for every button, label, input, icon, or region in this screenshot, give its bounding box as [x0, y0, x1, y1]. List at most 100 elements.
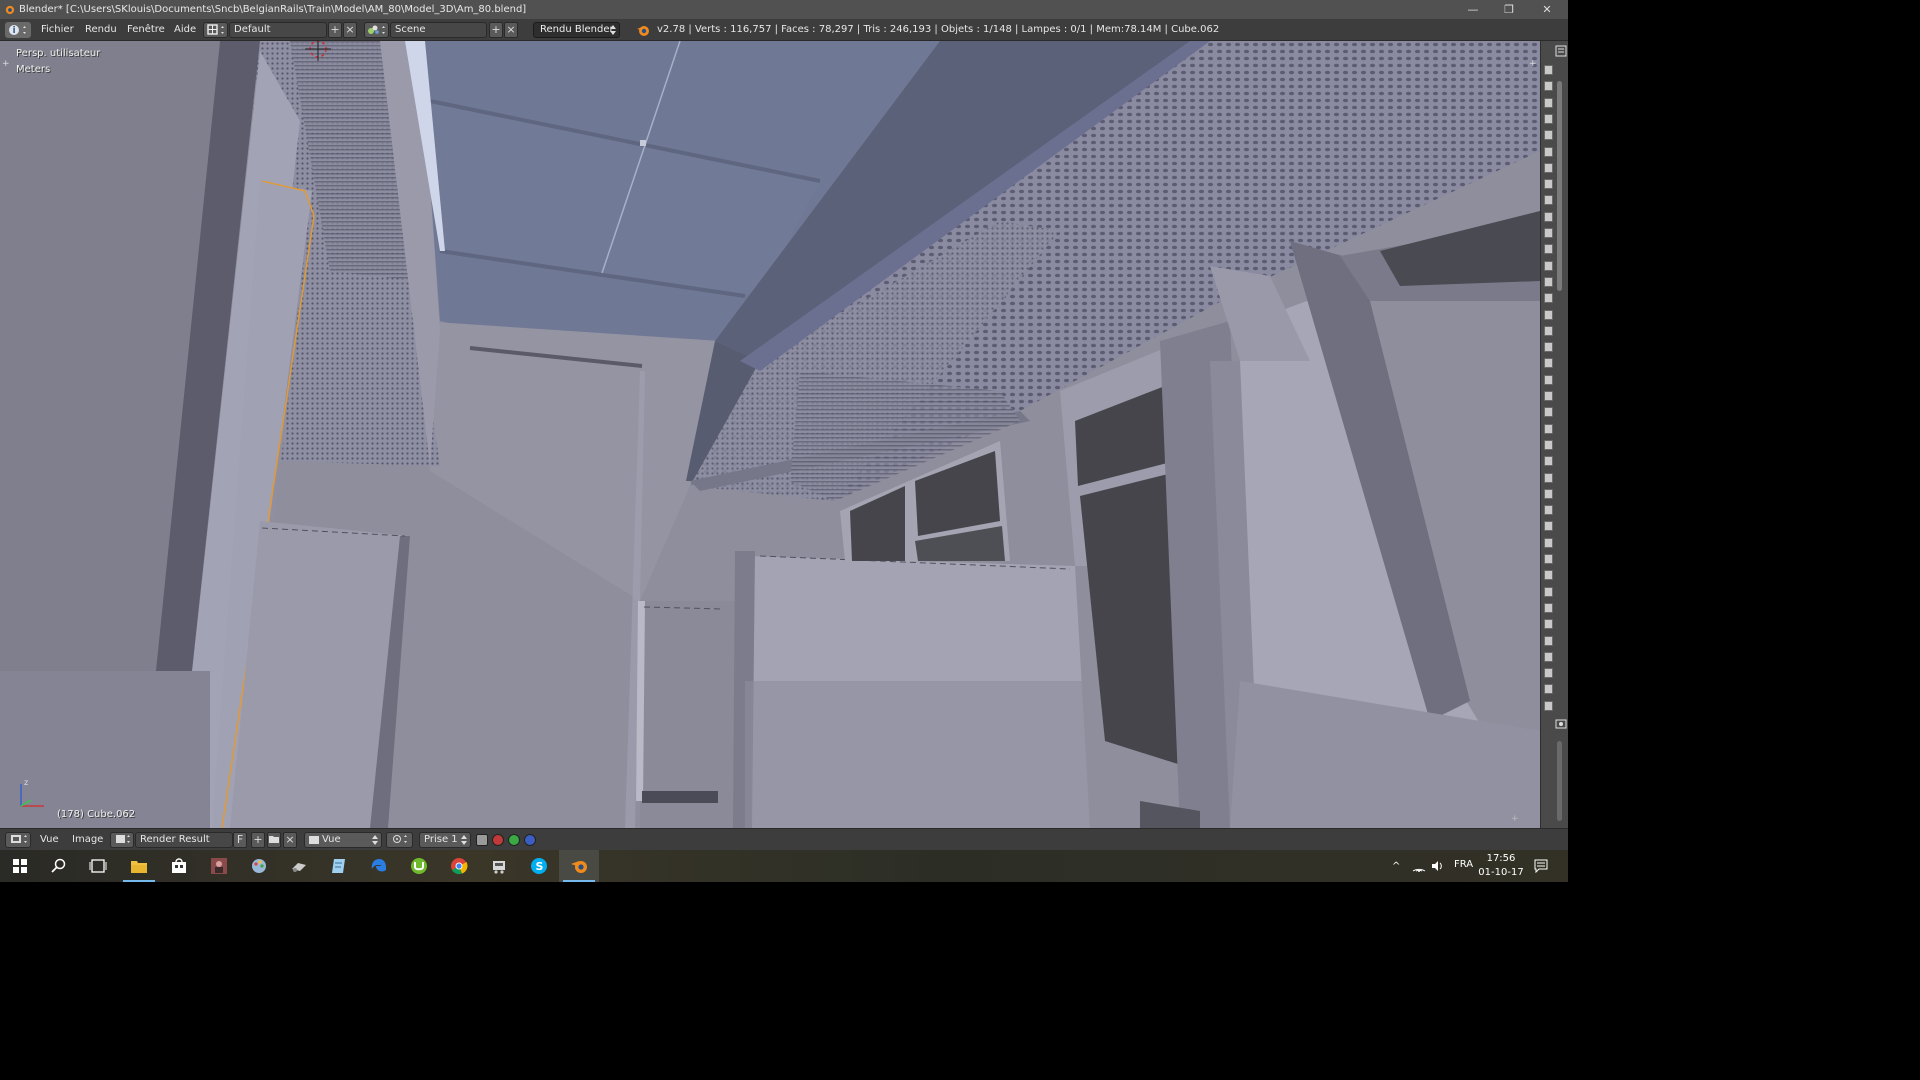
- remove-scene-button[interactable]: ×: [504, 22, 518, 38]
- properties-toggle-icon[interactable]: +: [1529, 59, 1537, 69]
- render-visibility-icon[interactable]: [1544, 211, 1553, 222]
- add-screen-button[interactable]: +: [328, 22, 342, 38]
- render-visibility-icon[interactable]: [1544, 195, 1553, 206]
- render-visibility-icon[interactable]: [1544, 619, 1553, 630]
- properties-scrollbar[interactable]: [1557, 741, 1562, 821]
- render-visibility-icon[interactable]: [1544, 423, 1553, 434]
- render-visibility-icon[interactable]: [1544, 342, 1553, 353]
- clock[interactable]: 17:56 01-10-17: [1478, 852, 1524, 880]
- volume-icon[interactable]: [1431, 860, 1445, 872]
- render-visibility-icon[interactable]: [1544, 554, 1553, 564]
- green-channel-icon[interactable]: [508, 834, 520, 846]
- skype-icon[interactable]: S: [519, 850, 559, 882]
- toolshelf-toggle-icon[interactable]: +: [2, 59, 10, 69]
- view-mode-dropdown[interactable]: Vue: [304, 832, 382, 848]
- render-visibility-icon[interactable]: [1544, 130, 1553, 141]
- paint-app-icon[interactable]: [239, 850, 279, 882]
- scene-field[interactable]: Scene: [390, 22, 487, 38]
- properties-icon[interactable]: [1554, 717, 1568, 731]
- render-visibility-icon[interactable]: [1544, 374, 1553, 385]
- render-visibility-icon[interactable]: [1544, 521, 1553, 532]
- render-visibility-icon[interactable]: [1544, 505, 1553, 516]
- image-name-field[interactable]: Render Result: [135, 832, 233, 848]
- render-visibility-icon[interactable]: [1544, 293, 1553, 304]
- close-button[interactable]: ✕: [1530, 0, 1564, 19]
- menu-vue[interactable]: Vue: [40, 833, 59, 847]
- game-app-icon[interactable]: [279, 850, 319, 882]
- render-visibility-icon[interactable]: [1544, 586, 1553, 597]
- screen-layout-picker[interactable]: [203, 22, 228, 38]
- render-visibility-icon[interactable]: [1544, 276, 1553, 287]
- image-browse-button[interactable]: [110, 832, 134, 848]
- restore-button[interactable]: ❐: [1492, 0, 1526, 19]
- pivot-dropdown[interactable]: [386, 832, 413, 848]
- render-visibility-icon[interactable]: [1544, 407, 1553, 418]
- menu-rendu[interactable]: Rendu: [85, 23, 117, 37]
- render-visibility-icon[interactable]: [1544, 439, 1553, 450]
- render-visibility-icon[interactable]: [1544, 260, 1553, 271]
- menu-aide[interactable]: Aide: [174, 23, 196, 37]
- utorrent-icon[interactable]: [399, 850, 439, 882]
- outliner-icon[interactable]: [1554, 44, 1568, 58]
- rgb-channels-icon[interactable]: [476, 834, 488, 846]
- render-visibility-icon[interactable]: [1544, 244, 1553, 255]
- 3d-viewport[interactable]: Persp. utilisateur Meters (178) Cube.062…: [0, 41, 1540, 828]
- render-visibility-icon[interactable]: [1544, 456, 1553, 467]
- open-image-button[interactable]: [267, 832, 281, 848]
- render-visibility-icon[interactable]: [1544, 700, 1553, 711]
- editor-type-button[interactable]: [5, 832, 31, 848]
- task-view-icon[interactable]: [78, 850, 118, 882]
- edge-browser-icon[interactable]: [359, 850, 399, 882]
- windows-start-icon[interactable]: [0, 850, 40, 882]
- remove-screen-button[interactable]: ×: [343, 22, 357, 38]
- input-language-indicator[interactable]: FRA: [1454, 859, 1473, 870]
- fake-user-button[interactable]: F: [233, 832, 247, 848]
- red-channel-icon[interactable]: [492, 834, 504, 846]
- new-image-button[interactable]: +: [251, 832, 265, 848]
- render-visibility-icon[interactable]: [1544, 325, 1553, 336]
- render-visibility-icon[interactable]: [1544, 537, 1553, 548]
- render-visibility-icon[interactable]: [1544, 570, 1553, 581]
- search-icon[interactable]: [39, 850, 79, 882]
- train-sim-icon[interactable]: [479, 850, 519, 882]
- render-visibility-icon[interactable]: [1544, 81, 1553, 92]
- blue-channel-icon[interactable]: [524, 834, 536, 846]
- area-split-icon[interactable]: +: [1511, 814, 1521, 824]
- render-visibility-icon[interactable]: [1544, 602, 1553, 613]
- store-icon[interactable]: [159, 850, 199, 882]
- blender-taskbar-icon[interactable]: [559, 850, 599, 882]
- photo-app-icon[interactable]: [199, 850, 239, 882]
- render-visibility-icon[interactable]: [1544, 65, 1553, 75]
- render-visibility-icon[interactable]: [1544, 97, 1553, 108]
- render-visibility-icon[interactable]: [1544, 635, 1553, 646]
- menu-image[interactable]: Image: [72, 833, 103, 847]
- wifi-icon[interactable]: [1412, 860, 1426, 872]
- render-visibility-icon[interactable]: [1544, 228, 1553, 238]
- minimize-button[interactable]: —: [1456, 0, 1490, 19]
- action-center-icon[interactable]: [1534, 859, 1548, 873]
- render-visibility-icon[interactable]: [1544, 146, 1553, 157]
- render-visibility-icon[interactable]: [1544, 472, 1553, 483]
- render-visibility-icon[interactable]: [1544, 358, 1553, 369]
- render-engine-dropdown[interactable]: Rendu Blender: [533, 22, 620, 38]
- scene-picker[interactable]: [364, 22, 389, 38]
- render-visibility-icon[interactable]: [1544, 668, 1553, 679]
- tray-expand-icon[interactable]: ^: [1392, 850, 1406, 882]
- render-visibility-icon[interactable]: [1544, 684, 1553, 695]
- outliner-scrollbar[interactable]: [1557, 81, 1562, 291]
- render-visibility-icon[interactable]: [1544, 179, 1553, 190]
- render-visibility-icon[interactable]: [1544, 162, 1553, 173]
- add-scene-button[interactable]: +: [489, 22, 503, 38]
- render-visibility-icon[interactable]: [1544, 651, 1553, 662]
- render-visibility-icon[interactable]: [1544, 391, 1553, 401]
- render-visibility-icon[interactable]: [1544, 309, 1553, 320]
- notepad-app-icon[interactable]: [319, 850, 359, 882]
- menu-fenetre[interactable]: Fenêtre: [127, 23, 165, 37]
- chrome-browser-icon[interactable]: [439, 850, 479, 882]
- screen-layout-field[interactable]: Default: [229, 22, 327, 38]
- render-visibility-icon[interactable]: [1544, 488, 1553, 499]
- render-slot-dropdown[interactable]: Prise 1: [419, 832, 471, 848]
- render-visibility-icon[interactable]: [1544, 113, 1553, 124]
- editor-type-button[interactable]: [5, 22, 31, 38]
- menu-fichier[interactable]: Fichier: [41, 23, 74, 37]
